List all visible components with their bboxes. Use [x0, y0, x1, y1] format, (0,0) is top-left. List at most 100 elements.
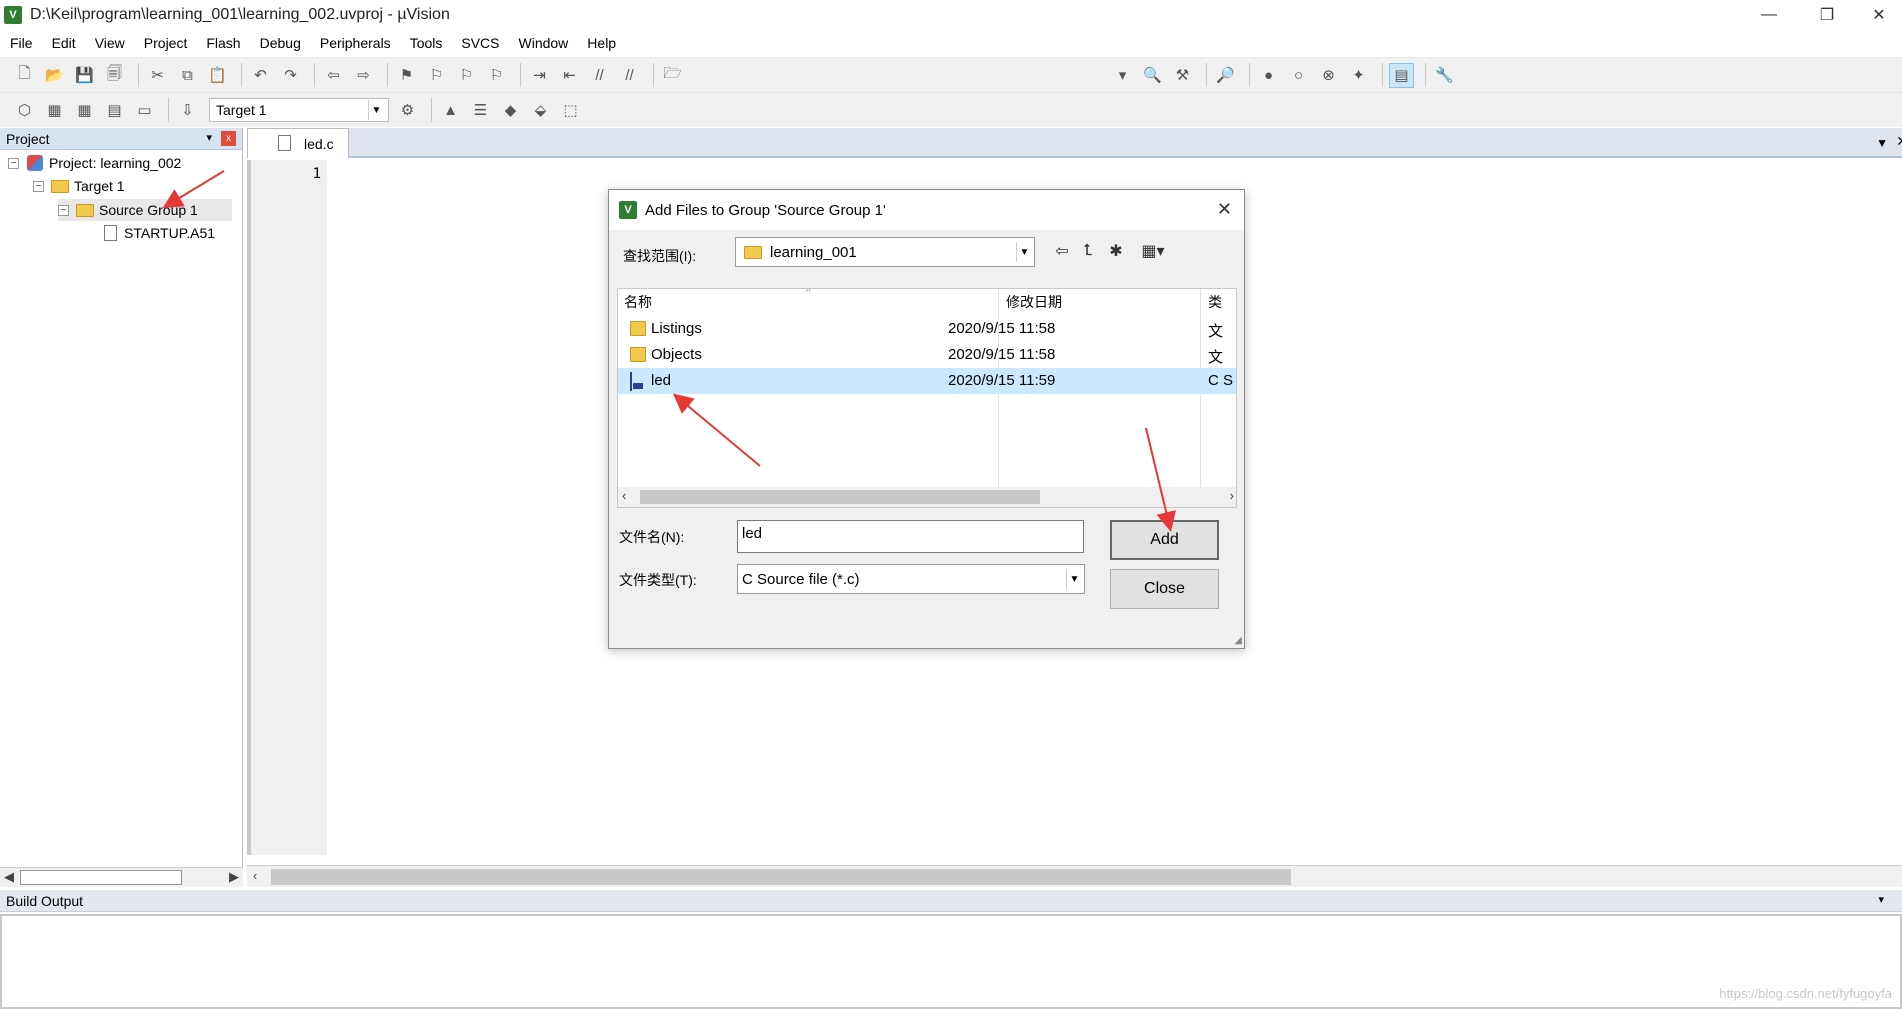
target-options-icon[interactable]: ⚙: [395, 98, 420, 123]
window-layout-icon[interactable]: ▤: [1389, 62, 1414, 88]
find-icon[interactable]: 🔍: [1140, 63, 1165, 88]
close-panel-icon[interactable]: x: [221, 131, 236, 146]
list-item[interactable]: Listings 2020/9/15 11:58 文: [618, 316, 1236, 342]
add-button[interactable]: Add: [1110, 520, 1219, 560]
incremental-find-icon[interactable]: ⚒: [1170, 63, 1195, 88]
project-horizontal-scrollbar[interactable]: ◀ ▶: [0, 867, 243, 887]
look-in-select[interactable]: learning_001 ▼: [735, 237, 1035, 267]
scroll-left-icon[interactable]: ◀: [4, 869, 14, 885]
column-date-header[interactable]: 修改日期: [1000, 289, 1200, 315]
manage-components-icon[interactable]: ▲: [438, 98, 463, 123]
tab-led-c[interactable]: led.c: [247, 128, 349, 158]
translate-icon[interactable]: ⬡: [12, 98, 37, 123]
rebuild-icon[interactable]: ▦: [72, 98, 97, 123]
column-type-header[interactable]: 类: [1202, 289, 1236, 315]
tree-source-group-node[interactable]: − Source Group 1: [58, 199, 232, 221]
collapse-toggle[interactable]: −: [33, 180, 44, 192]
back-icon[interactable]: ⇦: [1051, 240, 1073, 262]
collapse-toggle[interactable]: −: [58, 204, 69, 216]
kill-breakpoints-icon[interactable]: ⊗: [1316, 63, 1341, 88]
cut-icon[interactable]: ✂: [145, 63, 170, 88]
list-item[interactable]: Objects 2020/9/15 11:58 文: [618, 342, 1236, 368]
target-select[interactable]: Target 1 ▼: [209, 98, 389, 122]
debug-session-icon[interactable]: 🔎: [1213, 63, 1238, 88]
stop-build-icon[interactable]: ▭: [132, 98, 157, 123]
menu-project[interactable]: Project: [144, 35, 188, 51]
filename-input[interactable]: led: [737, 520, 1084, 553]
tab-list-icon[interactable]: ▼: [1876, 136, 1888, 150]
scroll-thumb[interactable]: [640, 490, 1040, 504]
menu-tools[interactable]: Tools: [410, 35, 443, 51]
new-folder-icon[interactable]: ✱: [1105, 240, 1127, 262]
trace-icon[interactable]: ✦: [1346, 63, 1371, 88]
scroll-left-icon[interactable]: ‹: [622, 488, 626, 503]
scroll-left-icon[interactable]: ‹: [253, 868, 257, 883]
menu-file[interactable]: File: [10, 35, 33, 51]
menu-flash[interactable]: Flash: [206, 35, 240, 51]
collapse-toggle[interactable]: −: [8, 157, 19, 169]
open-file-icon[interactable]: 📂: [42, 63, 67, 88]
redo-icon[interactable]: ↷: [278, 63, 303, 88]
bookmark-icon[interactable]: ⚑: [394, 63, 419, 88]
tree-file-node[interactable]: STARTUP.A51: [100, 222, 215, 244]
scroll-right-icon[interactable]: ▶: [229, 869, 239, 885]
column-name-header[interactable]: 名称: [618, 289, 1006, 315]
batch-build-icon[interactable]: ▤: [102, 98, 127, 123]
list-item-selected[interactable]: led 2020/9/15 11:59 C S: [618, 368, 1236, 394]
scroll-right-icon[interactable]: ›: [1230, 488, 1234, 503]
undo-icon[interactable]: ↶: [248, 63, 273, 88]
tree-project-node[interactable]: − Project: learning_002: [8, 152, 181, 174]
breakpoint-icon[interactable]: ●: [1256, 63, 1281, 88]
menu-edit[interactable]: Edit: [52, 35, 76, 51]
scroll-thumb[interactable]: [271, 869, 1291, 885]
prev-bookmark-icon[interactable]: ⚐: [424, 63, 449, 88]
next-bookmark-icon[interactable]: ⚐: [454, 63, 479, 88]
menu-help[interactable]: Help: [587, 35, 616, 51]
disable-breakpoint-icon[interactable]: ○: [1286, 63, 1311, 88]
select-packs-icon[interactable]: ◆: [498, 98, 523, 123]
close-window-button[interactable]: ✕: [1856, 0, 1902, 30]
restore-button[interactable]: ❐: [1798, 0, 1856, 30]
menu-debug[interactable]: Debug: [260, 35, 301, 51]
resize-grip-icon[interactable]: ◢: [1234, 635, 1242, 646]
up-folder-icon[interactable]: ⮤: [1077, 240, 1099, 262]
manage-project-items-icon[interactable]: ☰: [468, 98, 493, 123]
close-button[interactable]: Close: [1110, 569, 1219, 609]
pin-icon[interactable]: ▾: [206, 131, 212, 144]
find-dropdown-icon[interactable]: ▾: [1110, 63, 1135, 88]
build-icon[interactable]: ▦: [42, 98, 67, 123]
tree-target-node[interactable]: − Target 1: [33, 175, 125, 197]
new-file-icon[interactable]: 🗋: [12, 63, 37, 88]
save-all-icon[interactable]: 🗐: [102, 63, 127, 88]
filetype-select[interactable]: C Source file (*.c) ▼: [737, 564, 1085, 594]
navigate-forward-icon[interactable]: ⇨: [351, 63, 376, 88]
menu-view[interactable]: View: [95, 35, 125, 51]
pack-installer-icon[interactable]: ⬚: [558, 98, 583, 123]
minimize-button[interactable]: —: [1740, 0, 1798, 30]
menu-peripherals[interactable]: Peripherals: [320, 35, 391, 51]
editor-horizontal-scrollbar[interactable]: ‹: [247, 865, 1902, 887]
scroll-thumb[interactable]: [20, 870, 182, 885]
menu-window[interactable]: Window: [519, 35, 569, 51]
indent-icon[interactable]: ⇥: [527, 63, 552, 88]
close-tab-icon[interactable]: ✕: [1896, 133, 1902, 150]
find-in-files-icon[interactable]: 🗁: [660, 63, 685, 88]
view-menu-icon[interactable]: ▦▾: [1135, 240, 1171, 262]
close-dialog-icon[interactable]: ✕: [1217, 199, 1232, 220]
window-title: D:\Keil\program\learning_001\learning_00…: [30, 6, 450, 23]
comment-icon[interactable]: //: [587, 63, 612, 88]
save-icon[interactable]: 💾: [72, 63, 97, 88]
build-output-text[interactable]: [0, 914, 1902, 1009]
paste-icon[interactable]: 📋: [205, 63, 230, 88]
file-list-horizontal-scrollbar[interactable]: ‹ ›: [618, 487, 1236, 507]
pin-icon[interactable]: ▾: [1878, 893, 1884, 906]
menu-svcs[interactable]: SVCS: [461, 35, 499, 51]
download-icon[interactable]: ⇩: [175, 98, 200, 123]
clear-bookmarks-icon[interactable]: ⚐: [484, 63, 509, 88]
configure-icon[interactable]: 🔧: [1432, 63, 1457, 88]
software-packs-icon[interactable]: ⬙: [528, 98, 553, 123]
navigate-back-icon[interactable]: ⇦: [321, 63, 346, 88]
copy-icon[interactable]: ⧉: [175, 63, 200, 88]
unindent-icon[interactable]: ⇤: [557, 63, 582, 88]
uncomment-icon[interactable]: //: [617, 63, 642, 88]
